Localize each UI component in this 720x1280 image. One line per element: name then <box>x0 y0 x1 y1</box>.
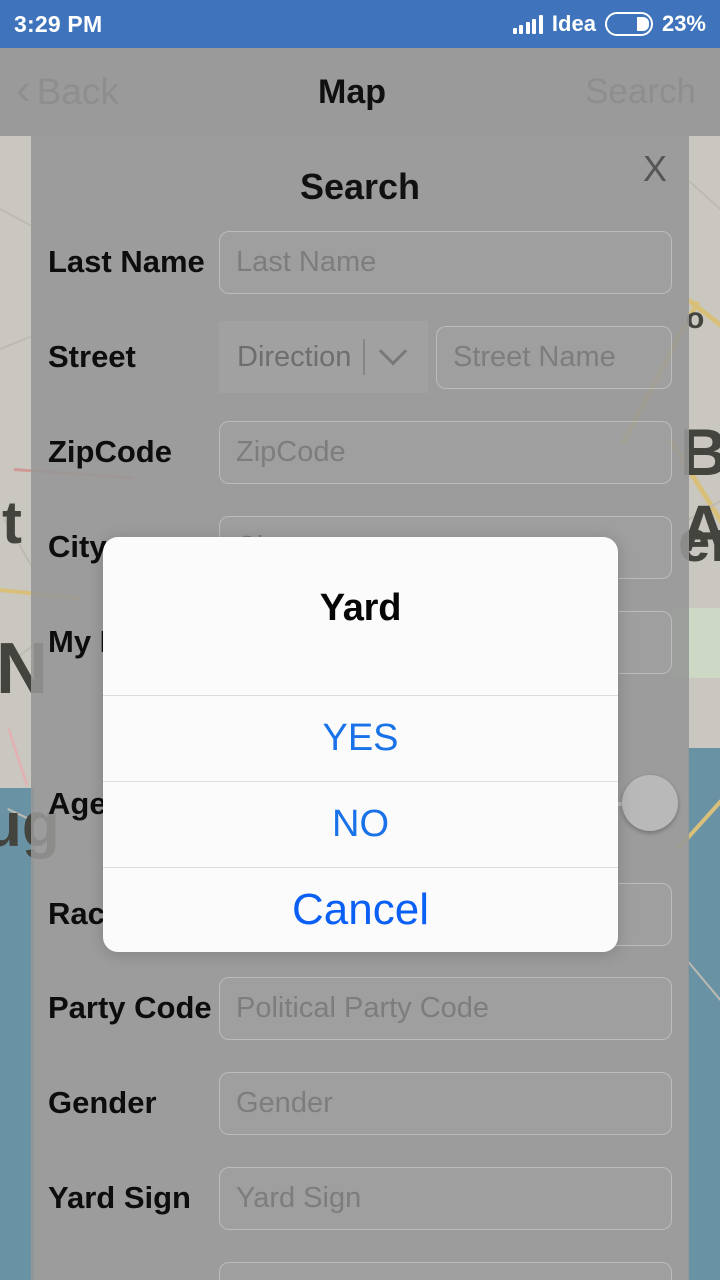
dialog-scrim: Yard YES NO Cancel <box>0 0 720 1280</box>
alert-button-cancel[interactable]: Cancel <box>103 867 618 952</box>
alert-title: Yard <box>319 587 402 629</box>
alert-header: Yard <box>103 537 618 695</box>
alert-button-yes[interactable]: YES <box>103 695 618 781</box>
alert-dialog: Yard YES NO Cancel <box>103 537 618 952</box>
alert-button-no[interactable]: NO <box>103 781 618 867</box>
